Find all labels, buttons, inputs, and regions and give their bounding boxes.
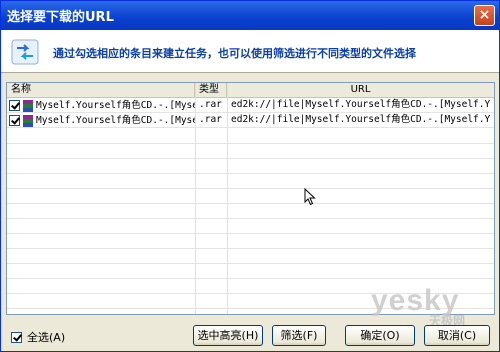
empty-row-line — [7, 248, 494, 249]
info-banner: 通过勾选相应的条目来建立任务，也可以使用筛选进行不同类型的文件选择 — [1, 30, 499, 73]
file-url: ed2k://|file|Myself.Yourself角色CD.-.[Myse… — [231, 114, 491, 125]
empty-row-line — [7, 173, 494, 174]
select-all-label: 全选(A) — [27, 331, 66, 344]
column-header-url[interactable]: URL — [227, 83, 494, 98]
ok-button[interactable]: 确定(O) — [345, 325, 415, 346]
download-url-dialog: 选择要下载的URL × 通过勾选相应的条目来建立任务，也可以使用筛选进行不同类型… — [0, 0, 500, 352]
list-header: 名称 类型 URL — [7, 83, 494, 98]
filter-button[interactable]: 筛选(F) — [272, 325, 326, 346]
file-type: .rar — [199, 114, 222, 125]
url-list[interactable]: 名称 类型 URL Myself.Yourself角色CD.-.[Myse .r… — [6, 82, 495, 315]
name-cell: Myself.Yourself角色CD.-.[Myse — [7, 98, 195, 113]
mouse-cursor-icon — [304, 188, 316, 206]
column-header-type[interactable]: 类型 — [195, 83, 227, 98]
cancel-button[interactable]: 取消(C) — [424, 325, 490, 346]
file-name: Myself.Yourself角色CD.-.[Myse — [36, 99, 195, 111]
title-bar[interactable]: 选择要下载的URL × — [1, 1, 499, 30]
file-url: ed2k://|file|Myself.Yourself角色CD.-.[Myse… — [231, 99, 491, 110]
empty-row-line — [7, 143, 494, 144]
table-row[interactable]: Myself.Yourself角色CD.-.[Myse .rar ed2k://… — [7, 113, 494, 128]
empty-row-line — [7, 203, 494, 204]
select-all-checkbox[interactable]: 全选(A) — [11, 329, 65, 345]
row-checkbox[interactable] — [9, 115, 20, 126]
banner-text: 通过勾选相应的条目来建立任务，也可以使用筛选进行不同类型的文件选择 — [53, 47, 416, 60]
select-highlight-button[interactable]: 选中高亮(H) — [193, 325, 263, 346]
file-type: .rar — [199, 99, 222, 110]
list-rows: Myself.Yourself角色CD.-.[Myse .rar ed2k://… — [7, 98, 494, 314]
empty-row-line — [7, 263, 494, 264]
empty-row-line — [7, 158, 494, 159]
rar-archive-icon — [23, 99, 33, 112]
dialog-footer: 全选(A) 选中高亮(H) 筛选(F) 确定(O) 取消(C) — [1, 319, 499, 351]
close-button[interactable]: × — [474, 5, 495, 26]
row-checkbox[interactable] — [9, 100, 20, 111]
file-name: Myself.Yourself角色CD.-.[Myse — [36, 114, 195, 126]
empty-row-line — [7, 218, 494, 219]
rar-archive-icon — [23, 114, 33, 127]
empty-row-line — [7, 278, 494, 279]
select-all-check-box[interactable] — [11, 331, 22, 343]
window-title: 选择要下载的URL — [7, 10, 114, 25]
column-header-name[interactable]: 名称 — [7, 83, 195, 98]
link-arrows-icon — [11, 39, 39, 65]
empty-row-line — [7, 233, 494, 234]
table-row[interactable]: Myself.Yourself角色CD.-.[Myse .rar ed2k://… — [7, 98, 494, 113]
name-cell: Myself.Yourself角色CD.-.[Myse — [7, 113, 195, 128]
empty-row-line — [7, 188, 494, 189]
